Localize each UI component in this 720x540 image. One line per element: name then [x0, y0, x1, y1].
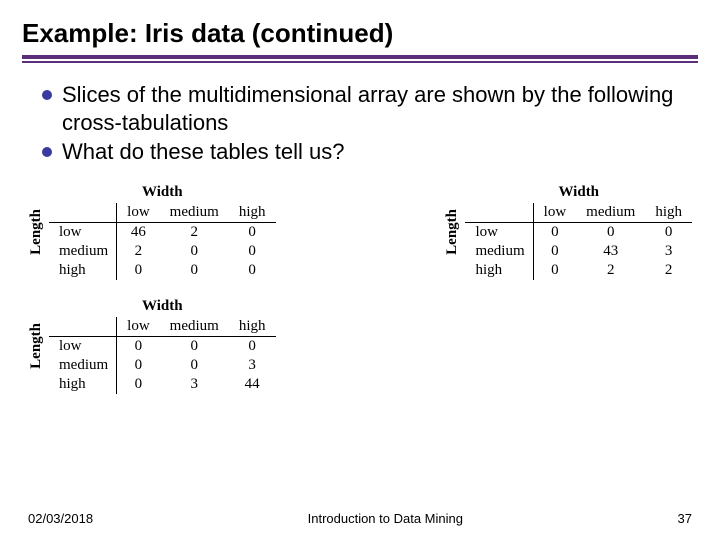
table-row: medium 0 0 3 — [49, 356, 276, 375]
crosstab-2: Length Width low medium high low 0 0 0 m… — [28, 298, 692, 394]
row-axis-label: Length — [444, 209, 461, 255]
bullet-list: Slices of the multidimensional array are… — [0, 63, 720, 166]
table-cell: 0 — [160, 356, 229, 375]
bullet-text: Slices of the multidimensional array are… — [62, 81, 688, 136]
table-row: low 46 2 0 — [49, 222, 276, 242]
table-row: high 0 0 0 — [49, 261, 276, 280]
row-header: low — [49, 336, 117, 356]
table-cell: 0 — [576, 222, 645, 242]
crosstab-1: Length Width low medium high low 0 0 0 m… — [444, 184, 692, 280]
col-header: high — [229, 203, 276, 223]
row-header: high — [49, 375, 117, 394]
table-cell: 0 — [160, 336, 229, 356]
table-cell: 46 — [117, 222, 160, 242]
col-axis-label: Width — [142, 298, 183, 315]
divider-thick — [22, 55, 698, 59]
table-cell: 0 — [117, 375, 160, 394]
crosstab-table: low medium high low 0 0 0 medium 0 0 3 — [49, 317, 276, 394]
table-row: high 0 3 44 — [49, 375, 276, 394]
table-row: low 0 0 0 — [465, 222, 692, 242]
table-cell: 0 — [229, 336, 276, 356]
col-header: high — [229, 317, 276, 337]
table-header-row: low medium high — [49, 203, 276, 223]
slide-footer: 02/03/2018 Introduction to Data Mining 3… — [0, 511, 720, 526]
col-header: low — [533, 203, 576, 223]
table-cell: 0 — [645, 222, 692, 242]
footer-course: Introduction to Data Mining — [308, 511, 463, 526]
table-row: medium 2 0 0 — [49, 242, 276, 261]
table-cell: 3 — [160, 375, 229, 394]
table-header-row: low medium high — [49, 317, 276, 337]
table-cell: 44 — [229, 375, 276, 394]
tables-row-bottom: Length Width low medium high low 0 0 0 m… — [0, 280, 720, 394]
table-cell: 3 — [229, 356, 276, 375]
bullet-icon — [42, 147, 52, 157]
col-header: low — [117, 317, 160, 337]
row-header: medium — [465, 242, 533, 261]
row-header: low — [465, 222, 533, 242]
bullet-text: What do these tables tell us? — [62, 138, 345, 166]
table-cell: 43 — [576, 242, 645, 261]
row-header: medium — [49, 242, 117, 261]
row-axis-label: Length — [28, 323, 45, 369]
table-cell: 0 — [533, 261, 576, 280]
row-header: high — [49, 261, 117, 280]
table-row: high 0 2 2 — [465, 261, 692, 280]
table-cell: 0 — [533, 222, 576, 242]
row-header: low — [49, 222, 117, 242]
table-header-row: low medium high — [465, 203, 692, 223]
bullet-icon — [42, 90, 52, 100]
table-cell: 0 — [229, 242, 276, 261]
col-header: medium — [160, 203, 229, 223]
table-row: medium 0 43 3 — [465, 242, 692, 261]
col-header: high — [645, 203, 692, 223]
table-cell: 2 — [117, 242, 160, 261]
tables-row-top: Length Width low medium high low 46 2 0 … — [0, 168, 720, 280]
col-axis-label: Width — [142, 184, 183, 201]
table-cell: 0 — [229, 261, 276, 280]
row-axis-label: Length — [28, 209, 45, 255]
col-header: medium — [576, 203, 645, 223]
table-cell: 2 — [160, 222, 229, 242]
row-header: medium — [49, 356, 117, 375]
row-header: high — [465, 261, 533, 280]
col-header: medium — [160, 317, 229, 337]
table-cell: 0 — [533, 242, 576, 261]
crosstab-0: Length Width low medium high low 46 2 0 … — [28, 184, 276, 280]
footer-date: 02/03/2018 — [28, 511, 93, 526]
crosstab-table: low medium high low 0 0 0 medium 0 43 3 — [465, 203, 692, 280]
table-cell: 0 — [117, 356, 160, 375]
col-header: low — [117, 203, 160, 223]
list-item: What do these tables tell us? — [42, 138, 688, 166]
table-cell: 0 — [117, 261, 160, 280]
table-cell: 2 — [576, 261, 645, 280]
slide-title: Example: Iris data (continued) — [0, 0, 720, 55]
list-item: Slices of the multidimensional array are… — [42, 81, 688, 136]
table-row: low 0 0 0 — [49, 336, 276, 356]
table-cell: 0 — [117, 336, 160, 356]
col-axis-label: Width — [558, 184, 599, 201]
table-cell: 0 — [160, 242, 229, 261]
table-cell: 0 — [160, 261, 229, 280]
footer-page: 37 — [678, 511, 692, 526]
table-cell: 2 — [645, 261, 692, 280]
crosstab-table: low medium high low 46 2 0 medium 2 0 0 — [49, 203, 276, 280]
table-cell: 3 — [645, 242, 692, 261]
table-cell: 0 — [229, 222, 276, 242]
